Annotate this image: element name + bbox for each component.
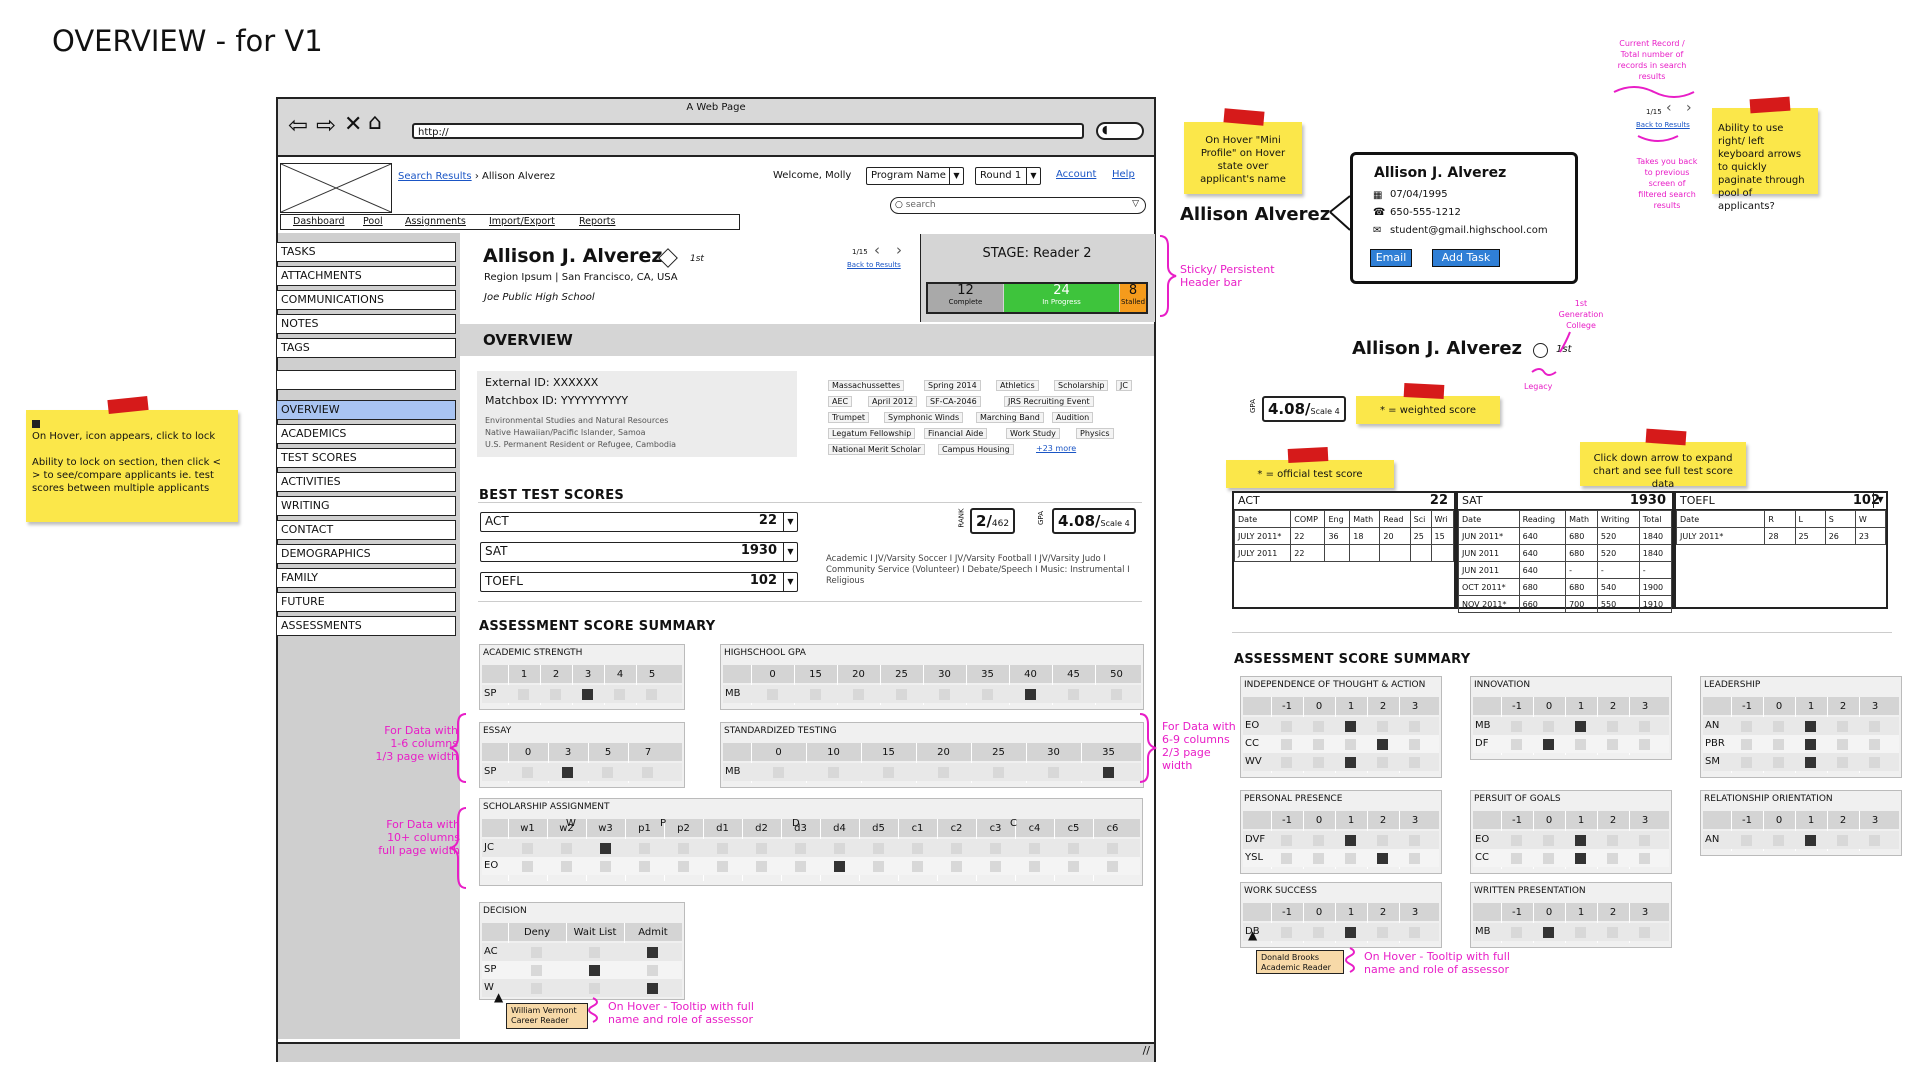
tag-chip[interactable]: Trumpet [828,412,869,423]
test-score: 102 [749,573,777,588]
sidebar-section-academics[interactable]: ACADEMICS [276,424,456,444]
tag-chip[interactable]: Campus Housing [938,444,1014,455]
brace [1139,713,1157,783]
connector [1329,195,1351,231]
sidebar-item-communications[interactable]: COMMUNICATIONS [276,290,456,310]
sidebar-section-family[interactable]: FAMILY [276,568,456,588]
chevron-down-icon: ▼ [783,513,797,531]
sidebar-item-attachments[interactable]: ATTACHMENTS [276,266,456,286]
tag-chip[interactable]: Athletics [996,380,1039,391]
scholarship-group-label: C [1010,818,1017,829]
tag-chip[interactable]: April 2012 [868,396,918,407]
sidebar-section-demographics[interactable]: DEMOGRAPHICS [276,544,456,564]
sidebar-section-writing[interactable]: WRITING [276,496,456,516]
sidebar-item-notes[interactable]: NOTES [276,314,456,334]
tag-chip[interactable]: Marching Band [976,412,1044,423]
test-score: 22 [758,513,777,528]
brace [1159,235,1177,317]
tag-chip[interactable]: Work Study [1006,428,1060,439]
tag-chip[interactable]: SF-CA-2046 [926,396,981,407]
scholarship-group-label: P [660,818,667,829]
sidebar-item-tags[interactable]: TAGS [276,338,456,358]
tag-chip[interactable]: National Merit Scholar [828,444,925,455]
sidebar-section-assessments[interactable]: ASSESSMENTS [276,616,456,636]
sidebar-section-overview[interactable]: OVERVIEW [276,400,456,420]
tag-chip[interactable]: Scholarship [1054,380,1109,391]
sidebar-section-future[interactable]: FUTURE [276,592,456,612]
scholarship-group-label: D [792,818,800,829]
test-name: SAT [485,544,508,558]
brace [1559,331,1571,353]
tag-chip[interactable]: Symphonic Winds [884,412,964,423]
brace [449,713,467,783]
tag-chip[interactable]: JC [1116,380,1132,391]
tag-chip[interactable]: AEC [828,396,853,407]
brace [1613,86,1695,98]
sidebar-item-tasks[interactable]: TASKS [276,242,456,262]
test-score-act[interactable]: ACT 22 ▼ [480,512,798,532]
chevron-down-icon: ▼ [783,573,797,591]
tag-chip[interactable]: Massachussettes [828,380,905,391]
brace [1345,947,1355,973]
sidebar-spacer [276,370,456,390]
test-score-toefl[interactable]: TOEFL 102 ▼ [480,572,798,592]
test-name: TOEFL [485,574,523,588]
tag-chip[interactable]: Physics [1076,428,1114,439]
test-name: ACT [485,514,509,528]
scholarship-group-label: W [566,818,576,829]
brace-marks [449,86,1695,1023]
brace [449,807,467,889]
tag-chip[interactable]: Legatum Fellowship [828,428,916,439]
tag-chip[interactable]: Financial Aide [924,428,988,439]
brace [1637,135,1679,142]
brace [1531,368,1557,376]
brace [588,997,598,1023]
sidebar-section-test-scores[interactable]: TEST SCORES [276,448,456,468]
test-score: 1930 [740,543,777,558]
test-score-sat[interactable]: SAT 1930 ▼ [480,542,798,562]
tag-chip[interactable]: JRS Recruiting Event [1004,396,1094,407]
tag-chip[interactable]: Audition [1052,412,1094,423]
tag-chip[interactable]: Spring 2014 [924,380,981,391]
sidebar-section-activities[interactable]: ACTIVITIES [276,472,456,492]
chevron-down-icon: ▼ [783,543,797,561]
sidebar-section-contact[interactable]: CONTACT [276,520,456,540]
